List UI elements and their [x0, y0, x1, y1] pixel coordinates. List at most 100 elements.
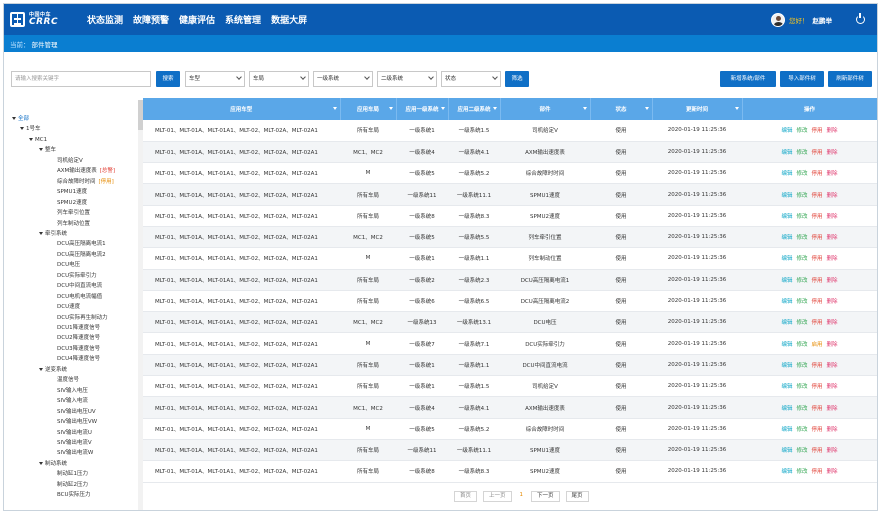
- table-row[interactable]: MLT-01、MLT-01A、MLT-01A1、MLT-02、MLT-02A、M…: [143, 205, 877, 227]
- modify-button[interactable]: 修改: [796, 276, 807, 284]
- disable-button[interactable]: 停用: [812, 404, 823, 412]
- tree-node[interactable]: MC1: [29, 137, 47, 144]
- modify-button[interactable]: 修改: [796, 169, 807, 177]
- add-system-part-button[interactable]: 新增系统/部件: [720, 71, 776, 87]
- tree-leaf[interactable]: SIV输出电压VW: [57, 419, 97, 426]
- tree-node[interactable]: 整车: [39, 147, 56, 154]
- nav-fault-warning[interactable]: 故障预警: [133, 13, 169, 26]
- tree-leaf[interactable]: DCU高压隔离电流2: [57, 252, 106, 259]
- col-header-update-time[interactable]: 更新时间: [652, 98, 743, 120]
- tree-leaf[interactable]: DCU电机电流幅值: [57, 294, 102, 301]
- page-next-button[interactable]: 下一页: [531, 490, 560, 502]
- table-row[interactable]: MLT-01、MLT-01A、MLT-01A1、MLT-02、MLT-02A、M…: [143, 311, 877, 334]
- delete-button[interactable]: 删除: [827, 169, 838, 177]
- modify-button[interactable]: 修改: [796, 382, 807, 390]
- tree-leaf[interactable]: 综合故障时时间 [停用]: [57, 179, 114, 186]
- delete-button[interactable]: 删除: [827, 318, 838, 326]
- disable-button[interactable]: 停用: [812, 382, 823, 390]
- tree-leaf[interactable]: DCU速度: [57, 304, 80, 311]
- modify-button[interactable]: 修改: [796, 361, 807, 369]
- caret-down-icon[interactable]: [39, 231, 43, 235]
- delete-button[interactable]: 删除: [827, 446, 838, 454]
- caret-down-icon[interactable]: [39, 148, 43, 152]
- modify-button[interactable]: 修改: [796, 446, 807, 454]
- table-row[interactable]: MLT-01、MLT-01A、MLT-01A1、MLT-02、MLT-02A、M…: [143, 460, 877, 483]
- modify-button[interactable]: 修改: [796, 404, 807, 412]
- table-row[interactable]: MLT-01、MLT-01A、MLT-01A1、MLT-02、MLT-02A、M…: [143, 396, 877, 419]
- refresh-part-tree-button[interactable]: 刷新部件树: [828, 71, 872, 87]
- col-header-system2[interactable]: 应用二级系统: [448, 98, 501, 120]
- edit-button[interactable]: 编辑: [781, 297, 792, 305]
- enable-button[interactable]: 启用: [812, 340, 823, 348]
- tree-leaf[interactable]: SIV输出电流V: [57, 440, 92, 447]
- table-row[interactable]: MLT-01、MLT-01A、MLT-01A1、MLT-02、MLT-02A、M…: [143, 375, 877, 398]
- disable-button[interactable]: 停用: [812, 126, 823, 134]
- table-row[interactable]: MLT-01、MLT-01A、MLT-01A1、MLT-02、MLT-02A、M…: [143, 141, 877, 164]
- table-row[interactable]: MLT-01、MLT-01A、MLT-01A1、MLT-02、MLT-02A、M…: [143, 269, 877, 291]
- delete-button[interactable]: 删除: [827, 212, 838, 220]
- edit-button[interactable]: 编辑: [781, 425, 792, 433]
- tree-node[interactable]: 制动系统: [39, 461, 67, 468]
- edit-button[interactable]: 编辑: [781, 126, 792, 134]
- table-row[interactable]: MLT-01、MLT-01A、MLT-01A1、MLT-02、MLT-02A、M…: [143, 354, 877, 377]
- table-row[interactable]: MLT-01、MLT-01A、MLT-01A1、MLT-02、MLT-02A、M…: [143, 226, 877, 249]
- table-row[interactable]: MLT-01、MLT-01A、MLT-01A1、MLT-02、MLT-02A、M…: [143, 290, 877, 313]
- modify-button[interactable]: 修改: [796, 212, 807, 220]
- edit-button[interactable]: 编辑: [781, 254, 792, 262]
- nav-data-screen[interactable]: 数据大屏: [271, 13, 307, 26]
- select-status[interactable]: 状态: [441, 71, 501, 87]
- delete-button[interactable]: 删除: [827, 382, 838, 390]
- tree-leaf[interactable]: DCU高压隔离电流1: [57, 241, 106, 248]
- caret-down-icon[interactable]: [29, 137, 33, 141]
- disable-button[interactable]: 停用: [812, 276, 823, 284]
- tree-leaf[interactable]: 制动缸2压力: [57, 482, 88, 489]
- edit-button[interactable]: 编辑: [781, 212, 792, 220]
- tree-node[interactable]: 1号车: [20, 126, 41, 133]
- page-prev-button[interactable]: 上一页: [483, 490, 512, 502]
- tree-leaf[interactable]: DCU中间直流电流: [57, 283, 102, 290]
- tree-leaf[interactable]: SIV输出电流W: [57, 450, 93, 457]
- modify-button[interactable]: 修改: [796, 254, 807, 262]
- edit-button[interactable]: 编辑: [781, 382, 792, 390]
- nav-system-manage[interactable]: 系统管理: [225, 13, 261, 26]
- power-icon[interactable]: [856, 13, 865, 24]
- modify-button[interactable]: 修改: [796, 318, 807, 326]
- edit-button[interactable]: 编辑: [781, 467, 792, 475]
- col-header-part[interactable]: 部件: [500, 98, 591, 120]
- delete-button[interactable]: 删除: [827, 233, 838, 241]
- select-train-model[interactable]: 车型: [185, 71, 245, 87]
- edit-button[interactable]: 编辑: [781, 148, 792, 156]
- col-header-train-model[interactable]: 应用车型: [143, 98, 341, 120]
- modify-button[interactable]: 修改: [796, 425, 807, 433]
- col-header-bureau[interactable]: 应用车局: [340, 98, 397, 120]
- tree-leaf[interactable]: AXM输出速度表 [总警]: [57, 168, 115, 175]
- tree-leaf[interactable]: 列车制动位置: [57, 221, 90, 228]
- edit-button[interactable]: 编辑: [781, 276, 792, 284]
- import-part-tree-button[interactable]: 导入部件树: [780, 71, 824, 87]
- disable-button[interactable]: 停用: [812, 191, 823, 199]
- modify-button[interactable]: 修改: [796, 467, 807, 475]
- delete-button[interactable]: 删除: [827, 148, 838, 156]
- page-first-button[interactable]: 首页: [454, 490, 478, 502]
- tree-leaf[interactable]: 列车牵引位置: [57, 210, 90, 217]
- disable-button[interactable]: 停用: [812, 169, 823, 177]
- avatar[interactable]: [771, 12, 785, 27]
- col-header-system1[interactable]: 应用一级系统: [396, 98, 449, 120]
- disable-button[interactable]: 停用: [812, 318, 823, 326]
- tree-leaf[interactable]: DCU4降速度信号: [57, 356, 100, 363]
- modify-button[interactable]: 修改: [796, 233, 807, 241]
- col-header-status[interactable]: 状态: [590, 98, 653, 120]
- table-row[interactable]: MLT-01、MLT-01A、MLT-01A1、MLT-02、MLT-02A、M…: [143, 162, 877, 185]
- table-row[interactable]: MLT-01、MLT-01A、MLT-01A1、MLT-02、MLT-02A、M…: [143, 247, 877, 270]
- tree-node[interactable]: 全部: [12, 116, 29, 123]
- edit-button[interactable]: 编辑: [781, 169, 792, 177]
- edit-button[interactable]: 编辑: [781, 361, 792, 369]
- edit-button[interactable]: 编辑: [781, 446, 792, 454]
- disable-button[interactable]: 停用: [812, 212, 823, 220]
- table-row[interactable]: MLT-01、MLT-01A、MLT-01A1、MLT-02、MLT-02A、M…: [143, 120, 877, 142]
- search-input[interactable]: 请输入搜索关键字: [11, 71, 151, 87]
- delete-button[interactable]: 删除: [827, 276, 838, 284]
- caret-down-icon[interactable]: [39, 367, 43, 371]
- nav-health-eval[interactable]: 健康评估: [179, 13, 215, 26]
- username[interactable]: 赵鹏举: [813, 15, 833, 25]
